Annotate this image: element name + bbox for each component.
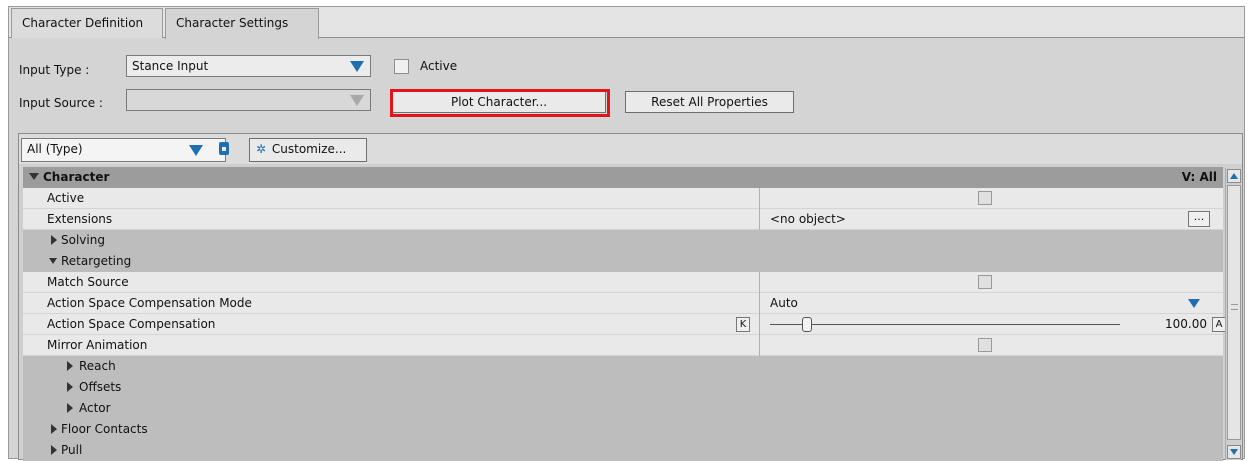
input-source-label: Input Source :	[19, 96, 103, 110]
input-type-dropdown[interactable]: Stance Input	[126, 55, 371, 77]
property-value-cell	[759, 188, 1222, 209]
property-label: Extensions	[47, 212, 113, 226]
collapsed-triangle-icon	[67, 382, 73, 392]
tab-bar: Character Definition Character Settings	[9, 7, 1244, 39]
asc-mode-dropdown[interactable]: Auto	[759, 293, 1222, 314]
chevron-down-icon	[1188, 299, 1200, 308]
asc-value[interactable]: 100.00	[1165, 314, 1207, 334]
chevron-down-icon	[350, 95, 364, 106]
group-floor-contacts[interactable]: Floor Contacts	[23, 419, 1223, 440]
chevron-down-icon	[350, 61, 364, 72]
property-mirror-animation: Mirror Animation	[23, 335, 1223, 356]
reset-all-properties-button[interactable]: Reset All Properties	[625, 91, 794, 113]
expanded-triangle-icon	[29, 173, 39, 180]
property-label: Mirror Animation	[47, 338, 148, 352]
property-active: Active	[23, 188, 1223, 209]
input-type-label: Input Type :	[19, 63, 90, 77]
group-label: Floor Contacts	[61, 422, 148, 436]
asc-mode-value: Auto	[770, 296, 798, 310]
collapsed-triangle-icon	[67, 361, 73, 371]
scroll-up-icon[interactable]	[1227, 169, 1241, 183]
mirror-animation-checkbox[interactable]	[978, 338, 992, 352]
group-label: Solving	[61, 233, 105, 247]
section-view-all: V: All	[1181, 170, 1217, 184]
group-label: Actor	[79, 401, 111, 415]
property-value-cell	[759, 335, 1222, 356]
key-button[interactable]: K	[736, 317, 750, 332]
input-source-dropdown[interactable]	[126, 89, 371, 111]
property-action-space-compensation-mode: Action Space Compensation Mode Auto	[23, 293, 1223, 314]
group-retargeting[interactable]: Retargeting	[23, 251, 1223, 272]
section-character[interactable]: Character V: All	[23, 167, 1223, 188]
property-label: Action Space Compensation	[47, 317, 216, 331]
property-list: Character V: All Active Extensions <no o…	[23, 167, 1226, 461]
scrollbar-thumb[interactable]	[1227, 185, 1241, 440]
group-solving[interactable]: Solving	[23, 230, 1223, 251]
scroll-down-icon[interactable]	[1227, 445, 1241, 459]
customize-label: Customize...	[271, 142, 347, 156]
asc-slider-thumb[interactable]	[802, 317, 812, 332]
property-panel: All (Type) ✲ Customize... Character V: A…	[18, 133, 1243, 461]
group-label: Retargeting	[61, 254, 132, 268]
property-label: Match Source	[47, 275, 129, 289]
extensions-browse-button[interactable]: ...	[1188, 211, 1210, 227]
collapsed-triangle-icon	[67, 403, 73, 413]
property-value-cell	[759, 272, 1222, 293]
vertical-scrollbar[interactable]	[1225, 168, 1241, 460]
active-label: Active	[420, 59, 458, 73]
filter-bar: All (Type) ✲ Customize...	[19, 134, 1242, 164]
collapsed-triangle-icon	[51, 235, 57, 245]
active-checkbox[interactable]	[394, 59, 409, 74]
property-match-source: Match Source	[23, 272, 1223, 293]
asc-slider-track[interactable]	[770, 324, 1120, 325]
active-property-checkbox[interactable]	[978, 191, 992, 205]
tab-character-settings[interactable]: Character Settings	[165, 8, 319, 39]
section-title: Character	[43, 170, 110, 184]
property-action-space-compensation: Action Space Compensation K 100.00 A	[23, 314, 1226, 335]
extensions-value: <no object>	[770, 212, 846, 226]
input-type-value: Stance Input	[132, 59, 209, 73]
filter-value: All (Type)	[27, 142, 83, 156]
expanded-triangle-icon	[49, 258, 57, 264]
group-pull[interactable]: Pull	[23, 440, 1223, 461]
group-reach[interactable]: Reach	[23, 356, 1223, 377]
tab-character-definition[interactable]: Character Definition	[11, 8, 163, 38]
property-value-cell: 100.00 A	[759, 314, 1226, 335]
property-label: Active	[47, 191, 85, 205]
property-extensions: Extensions <no object> ...	[23, 209, 1223, 230]
match-source-checkbox[interactable]	[978, 275, 992, 289]
property-label: Action Space Compensation Mode	[47, 296, 252, 310]
highlight-box	[390, 89, 610, 117]
gear-icon: ✲	[256, 142, 267, 156]
animate-button[interactable]: A	[1212, 317, 1226, 332]
group-label: Reach	[79, 359, 116, 373]
group-label: Pull	[61, 443, 83, 457]
lock-icon[interactable]	[219, 142, 229, 155]
group-actor[interactable]: Actor	[23, 398, 1223, 419]
group-label: Offsets	[79, 380, 122, 394]
customize-button[interactable]: ✲ Customize...	[249, 138, 367, 162]
character-settings-window: Character Definition Character Settings …	[8, 6, 1245, 461]
grip-icon	[1231, 304, 1238, 310]
collapsed-triangle-icon	[51, 424, 57, 434]
chevron-down-icon	[189, 145, 203, 156]
filter-dropdown[interactable]: All (Type)	[21, 138, 226, 162]
group-offsets[interactable]: Offsets	[23, 377, 1223, 398]
property-value-cell: <no object> ...	[759, 209, 1222, 230]
collapsed-triangle-icon	[51, 445, 57, 455]
